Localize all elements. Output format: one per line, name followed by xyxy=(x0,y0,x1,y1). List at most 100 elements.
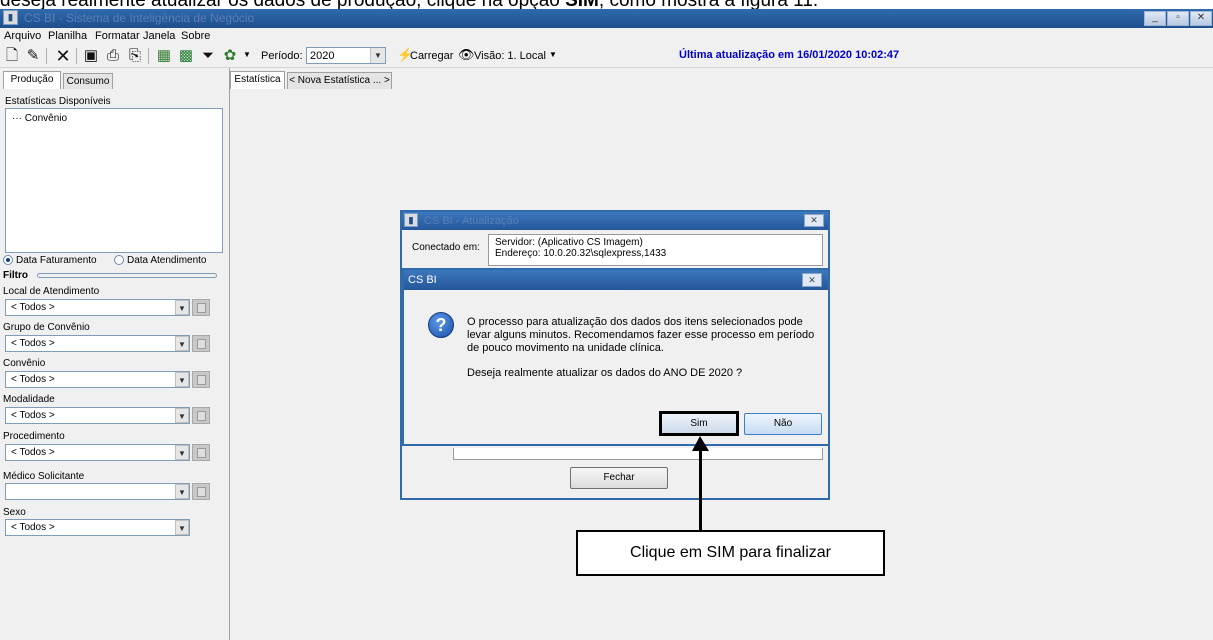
modalidade-options-button[interactable] xyxy=(192,407,210,424)
chevron-down-icon[interactable]: ▼ xyxy=(175,484,189,499)
update-window-title: CS BI - Atualização xyxy=(424,215,519,227)
load-button[interactable]: Carregar xyxy=(410,50,453,62)
menu-planilha[interactable]: Planilha xyxy=(48,30,87,42)
tree-item[interactable]: ··· Convênio xyxy=(12,113,67,124)
grupo-options-button[interactable] xyxy=(192,335,210,352)
select-value: < Todos > xyxy=(11,374,55,385)
modalidade-select[interactable]: < Todos > ▼ xyxy=(5,407,190,424)
convenio-select[interactable]: < Todos > ▼ xyxy=(5,371,190,388)
maximize-button[interactable]: ▫ xyxy=(1167,11,1189,26)
list-icon xyxy=(197,411,206,421)
print-icon[interactable]: ⎘ xyxy=(126,47,144,65)
chevron-down-icon[interactable]: ▼ xyxy=(175,520,189,535)
list-icon xyxy=(197,448,206,458)
last-update-status: Última atualização em 16/01/2020 10:02:4… xyxy=(679,49,900,61)
radio-label: Data Atendimento xyxy=(127,255,207,266)
save-icon[interactable]: ▣ xyxy=(82,47,100,65)
update-frame xyxy=(453,448,823,460)
filter-label-medico: Médico Solicitante xyxy=(3,471,85,482)
period-label: Período: xyxy=(261,50,303,62)
app-icon: ▮ xyxy=(3,10,18,25)
sim-button[interactable]: Sim xyxy=(659,411,739,436)
question-icon: ? xyxy=(428,312,454,338)
chevron-down-icon[interactable]: ▼ xyxy=(175,408,189,423)
local-options-button[interactable] xyxy=(192,299,210,316)
toolbar: 🗋 ✎ ✕ ▣ ⎙ ⎘ ▦ ▩ ⏷ ✿ ▼ Período: 2020 ▼ ⚡ … xyxy=(0,44,1213,68)
chevron-down-icon[interactable]: ▼ xyxy=(370,48,385,63)
confirm-dialog: CS BI ✕ ? O processo para atualização do… xyxy=(402,268,830,446)
dialog-message-line: O processo para atualização dos dados do… xyxy=(467,316,803,328)
tab-consumo[interactable]: Consumo xyxy=(63,73,113,89)
chevron-down-icon[interactable]: ▼ xyxy=(175,336,189,351)
chevron-down-icon[interactable]: ▼ xyxy=(175,300,189,315)
period-select[interactable]: 2020 ▼ xyxy=(306,47,386,64)
edit-icon[interactable]: ✎ xyxy=(24,47,42,65)
tab-nova-estatistica[interactable]: < Nova Estatística ... > xyxy=(287,72,392,89)
filter-icon[interactable]: ⏷ xyxy=(199,47,217,65)
filter-label-modalidade: Modalidade xyxy=(3,394,55,405)
filter-label-convenio: Convênio xyxy=(3,358,46,369)
refresh-data-icon[interactable]: ✿ xyxy=(221,47,239,65)
select-value: < Todos > xyxy=(11,447,55,458)
list-icon xyxy=(197,303,206,313)
nao-button[interactable]: Não xyxy=(744,413,822,435)
medico-select[interactable]: ▼ xyxy=(5,483,190,500)
toolbar-separator xyxy=(46,48,47,64)
radio-data-faturamento[interactable] xyxy=(3,255,13,265)
grupo-select[interactable]: < Todos > ▼ xyxy=(5,335,190,352)
menu-sobre[interactable]: Sobre xyxy=(181,30,210,42)
select-value: < Todos > xyxy=(11,338,55,349)
dialog-title: CS BI xyxy=(408,274,437,286)
dialog-question: Deseja realmente atualizar os dados do A… xyxy=(467,367,743,379)
view-button[interactable]: Visão: 1. Local xyxy=(474,50,546,62)
select-value: < Todos > xyxy=(11,410,55,421)
minimize-button[interactable]: _ xyxy=(1144,11,1166,26)
menu-janela[interactable]: Janela xyxy=(143,30,175,42)
filter-divider xyxy=(37,273,217,278)
dialog-message-line: levar alguns minutos. Recomendamos fazer… xyxy=(467,329,815,341)
radio-data-atendimento[interactable] xyxy=(114,255,124,265)
menu-arquivo[interactable]: Arquivo xyxy=(4,30,41,42)
medico-options-button[interactable] xyxy=(192,483,210,500)
instruction-callout: Clique em SIM para finalizar xyxy=(576,530,885,576)
list-icon xyxy=(197,375,206,385)
procedimento-select[interactable]: < Todos > ▼ xyxy=(5,444,190,461)
eye-icon: 👁 xyxy=(458,47,475,62)
select-value: < Todos > xyxy=(11,522,55,533)
filter-label-procedimento: Procedimento xyxy=(3,431,65,442)
menu-formatar[interactable]: Formatar xyxy=(95,30,140,42)
left-panel: Produção Consumo Estatísticas Disponívei… xyxy=(0,68,230,640)
close-window-button[interactable]: ✕ xyxy=(1190,11,1212,26)
close-icon[interactable]: ✕ xyxy=(804,214,824,227)
connected-label: Conectado em: xyxy=(412,242,480,253)
close-icon[interactable]: ✕ xyxy=(802,273,822,287)
sexo-select[interactable]: < Todos > ▼ xyxy=(5,519,190,536)
menu-bar: Arquivo Planilha Formatar Janela Sobre xyxy=(0,28,1213,44)
print-preview-icon[interactable]: ⎙ xyxy=(104,47,122,65)
refresh-dropdown-icon[interactable]: ▼ xyxy=(243,50,251,59)
convenio-options-button[interactable] xyxy=(192,371,210,388)
app-icon: ▮ xyxy=(404,213,418,227)
chevron-down-icon[interactable]: ▼ xyxy=(175,445,189,460)
fechar-button[interactable]: Fechar xyxy=(570,467,668,489)
server-line: Servidor: (Aplicativo CS Imagem) xyxy=(495,237,643,248)
window-titlebar: ▮ CS BI - Sistema de Inteligência de Neg… xyxy=(0,9,1213,28)
chevron-down-icon[interactable]: ▼ xyxy=(175,372,189,387)
local-select[interactable]: < Todos > ▼ xyxy=(5,299,190,316)
filter-label: Filtro xyxy=(3,270,28,281)
filter-label-sexo: Sexo xyxy=(3,507,26,518)
update-window-titlebar: ▮ CS BI - Atualização ✕ xyxy=(402,212,828,230)
procedimento-options-button[interactable] xyxy=(192,444,210,461)
spreadsheet-icon[interactable]: ▦ xyxy=(155,47,173,65)
excel-icon[interactable]: ▩ xyxy=(177,47,195,65)
tab-estatistica[interactable]: Estatística xyxy=(230,71,285,89)
select-value: < Todos > xyxy=(11,302,55,313)
delete-icon[interactable]: ✕ xyxy=(54,47,72,65)
tab-producao[interactable]: Produção xyxy=(3,71,61,89)
window-title: CS BI - Sistema de Inteligência de Negóc… xyxy=(24,11,255,25)
toolbar-separator xyxy=(76,48,77,64)
new-document-icon[interactable]: 🗋 xyxy=(3,47,21,65)
view-dropdown-icon[interactable]: ▼ xyxy=(549,50,557,59)
period-value: 2020 xyxy=(310,50,335,62)
address-line: Endereço: 10.0.20.32\sqlexpress,1433 xyxy=(495,248,667,259)
